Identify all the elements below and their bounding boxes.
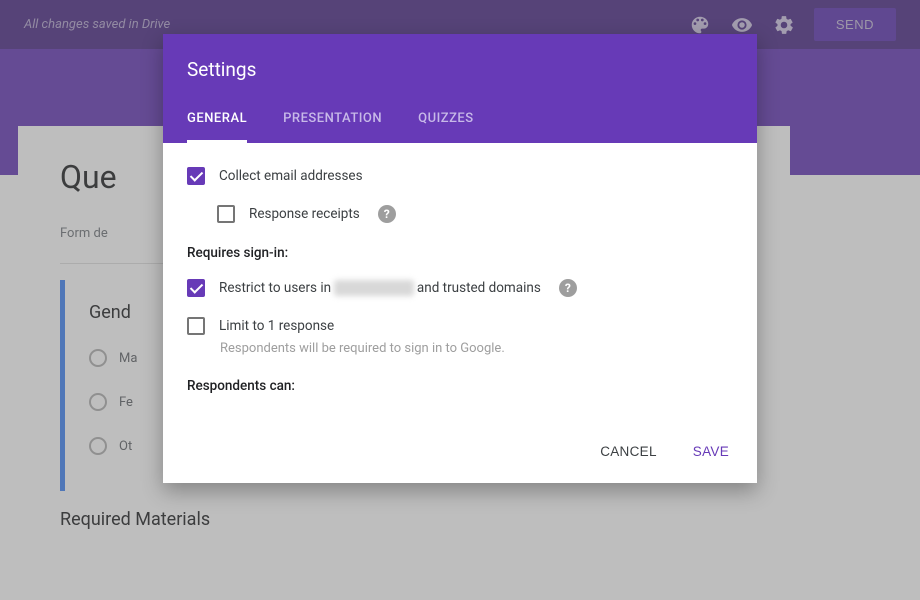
modal-title: Settings — [187, 58, 733, 81]
limit-checkbox[interactable] — [187, 317, 205, 335]
cancel-button[interactable]: CANCEL — [596, 438, 661, 465]
requires-signin-heading: Requires sign-in: — [187, 245, 733, 261]
limit-row: Limit to 1 response — [187, 317, 733, 335]
response-receipts-checkbox[interactable] — [217, 205, 235, 223]
restrict-row: Restrict to users in yourdomain and trus… — [187, 279, 733, 297]
tab-general[interactable]: GENERAL — [187, 111, 247, 143]
response-receipts-row: Response receipts ? — [217, 205, 733, 223]
limit-hint: Respondents will be required to sign in … — [220, 341, 733, 356]
help-icon[interactable]: ? — [559, 279, 577, 297]
modal-body: Collect email addresses Response receipt… — [163, 143, 757, 394]
restrict-prefix: Restrict to users in — [219, 280, 334, 296]
modal-tabs: GENERAL PRESENTATION QUIZZES — [187, 111, 733, 143]
tab-presentation[interactable]: PRESENTATION — [283, 111, 382, 143]
tab-quizzes[interactable]: QUIZZES — [418, 111, 474, 143]
settings-modal: Settings GENERAL PRESENTATION QUIZZES Co… — [163, 34, 757, 483]
collect-email-checkbox[interactable] — [187, 167, 205, 185]
collect-email-row: Collect email addresses — [187, 167, 733, 185]
restrict-domain-blurred: yourdomain — [334, 280, 413, 296]
restrict-checkbox[interactable] — [187, 279, 205, 297]
limit-label: Limit to 1 response — [219, 318, 334, 334]
response-receipts-label: Response receipts — [249, 206, 360, 222]
restrict-label: Restrict to users in yourdomain and trus… — [219, 280, 541, 296]
collect-email-label: Collect email addresses — [219, 168, 363, 184]
save-button[interactable]: SAVE — [689, 438, 733, 465]
help-icon[interactable]: ? — [378, 205, 396, 223]
restrict-suffix: and trusted domains — [414, 280, 541, 296]
modal-header: Settings GENERAL PRESENTATION QUIZZES — [163, 34, 757, 143]
modal-footer: CANCEL SAVE — [163, 424, 757, 483]
respondents-heading: Respondents can: — [187, 378, 733, 394]
